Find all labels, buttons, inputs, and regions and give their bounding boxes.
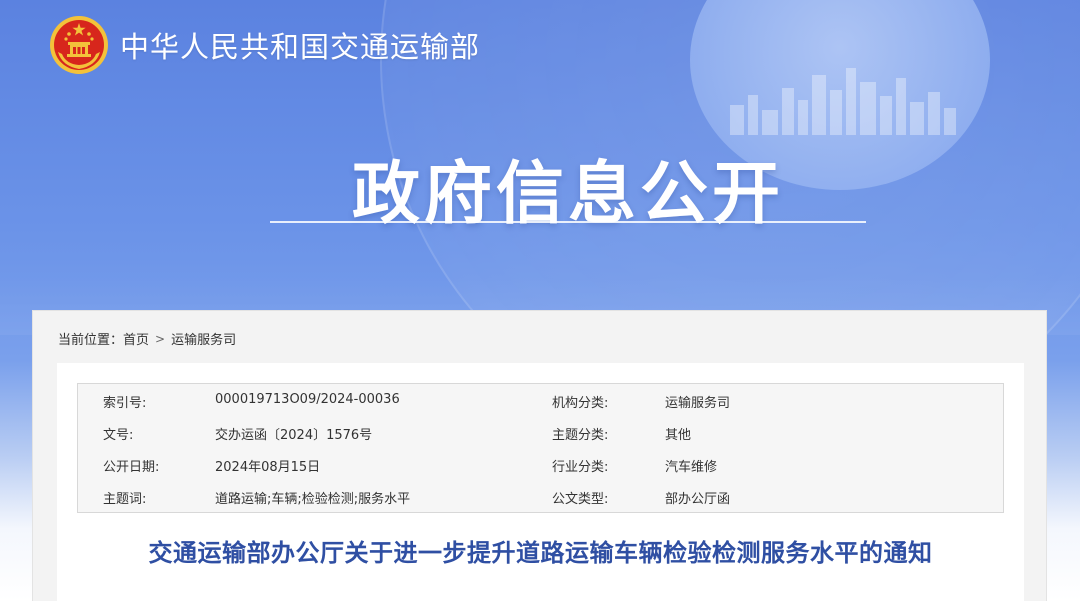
national-emblem-icon[interactable] [48, 14, 110, 76]
document-panel: 索引号: 000019713O09/2024-00036 机构分类: 运输服务司… [57, 363, 1024, 601]
breadcrumb-separator: > [155, 331, 166, 346]
metadata-row: 文号: 交办运函〔2024〕1576号 主题分类: 其他 [78, 416, 1003, 448]
metadata-value: 汽车维修 [665, 460, 718, 475]
content-card: 当前位置： 首页 > 运输服务司 索引号: 000019713O09/2024-… [32, 310, 1047, 601]
metadata-label: 主题分类: [552, 428, 609, 443]
metadata-row: 索引号: 000019713O09/2024-00036 机构分类: 运输服务司 [78, 384, 1003, 416]
metadata-label: 公文类型: [552, 492, 609, 507]
document-metadata-table: 索引号: 000019713O09/2024-00036 机构分类: 运输服务司… [77, 383, 1004, 513]
metadata-value: 2024年08月15日 [215, 460, 321, 475]
metadata-label: 公开日期: [103, 460, 160, 475]
city-skyline-icon [730, 68, 956, 135]
metadata-label: 文号: [103, 428, 134, 443]
metadata-label: 机构分类: [552, 396, 609, 411]
metadata-value: 运输服务司 [665, 396, 731, 411]
metadata-label: 主题词: [103, 492, 147, 507]
breadcrumb-home-link[interactable]: 首页 [123, 329, 149, 348]
document-title: 交通运输部办公厅关于进一步提升道路运输车辆检验检测服务水平的通知 [148, 539, 933, 567]
breadcrumb-transport-service-link[interactable]: 运输服务司 [171, 329, 236, 348]
breadcrumb: 当前位置： 首页 > 运输服务司 [58, 329, 236, 349]
metadata-value: 道路运输;车辆;检验检测;服务水平 [215, 492, 411, 507]
metadata-value: 交办运函〔2024〕1576号 [215, 428, 373, 443]
metadata-value: 部办公厅函 [665, 492, 731, 507]
metadata-value: 000019713O09/2024-00036 [215, 392, 400, 407]
breadcrumb-prefix: 当前位置： [58, 333, 124, 348]
metadata-row: 主题词: 道路运输;车辆;检验检测;服务水平 公文类型: 部办公厅函 [78, 480, 1003, 512]
title-underline [270, 221, 866, 223]
metadata-value: 其他 [665, 428, 692, 443]
metadata-label: 索引号: [103, 396, 147, 411]
ministry-name[interactable]: 中华人民共和国交通运输部 [120, 24, 480, 66]
metadata-row: 公开日期: 2024年08月15日 行业分类: 汽车维修 [78, 448, 1003, 480]
metadata-label: 行业分类: [552, 460, 609, 475]
